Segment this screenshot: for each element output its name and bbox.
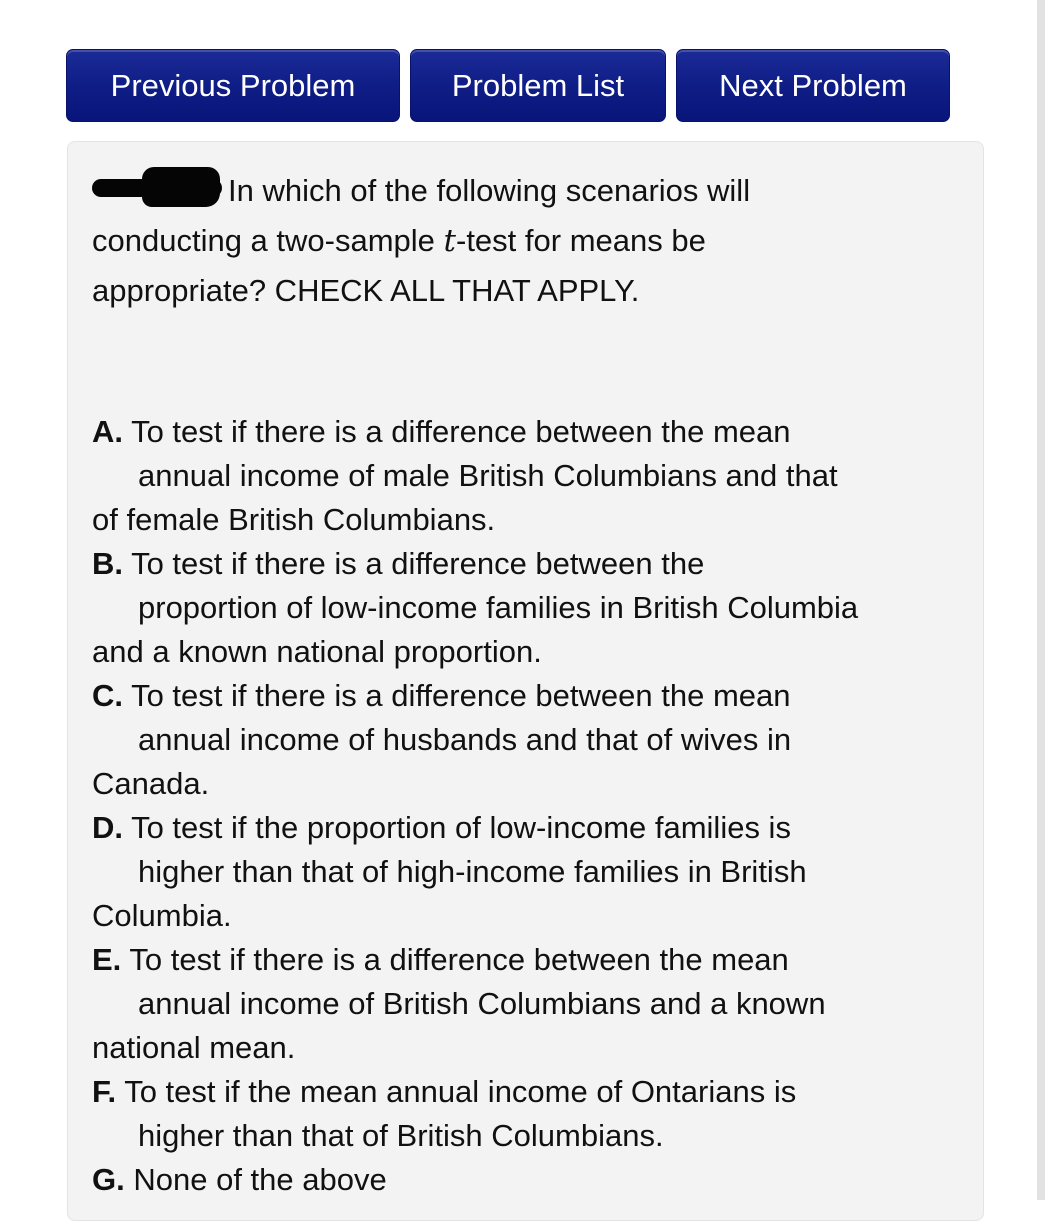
option-c-text-2: annual income of husbands and that of wi… [138,722,792,757]
question-text-part-2: conducting a two-sample [92,223,444,258]
option-c-text: To test if there is a difference between… [131,678,791,713]
option-a-letter: A. [92,414,123,449]
option-c: C. To test if there is a difference betw… [92,674,972,806]
question-text-part-2b: -test for means be [456,223,706,258]
redacted-points-marker [92,167,222,207]
problem-list-button[interactable]: Problem List [410,49,666,122]
option-e-text: To test if there is a difference between… [129,942,789,977]
option-f: F. To test if the mean annual income of … [92,1070,972,1158]
option-g-letter: G. [92,1162,125,1197]
option-a: A. To test if there is a difference betw… [92,410,972,542]
option-a-text-2: annual income of male British Columbians… [138,458,838,493]
option-e-text-3: national mean. [92,1030,296,1065]
option-f-text: To test if the mean annual income of Ont… [124,1074,797,1109]
question-text: In which of the following scenarios will… [92,166,952,316]
option-b-text: To test if there is a difference between… [131,546,705,581]
option-b-text-2: proportion of low-income families in Bri… [138,590,859,625]
option-b-letter: B. [92,546,123,581]
option-d: D. To test if the proportion of low-inco… [92,806,972,938]
option-d-text-3: Columbia. [92,898,232,933]
option-d-text-2: higher than that of high-income families… [138,854,807,889]
option-b-text-3: and a known national proportion. [92,634,542,669]
previous-problem-button[interactable]: Previous Problem [66,49,400,122]
question-line-3: appropriate? CHECK ALL THAT APPLY. [92,273,640,308]
option-e: E. To test if there is a difference betw… [92,938,972,1070]
problem-panel: In which of the following scenarios will… [67,141,984,1221]
option-f-text-2: higher than that of British Columbians. [138,1118,664,1153]
math-variable-t: t [443,223,456,259]
option-f-letter: F. [92,1074,117,1109]
option-c-letter: C. [92,678,123,713]
option-d-letter: D. [92,810,123,845]
question-text-part-1: In which of the following scenarios will [228,173,751,208]
option-g: G. None of the above [92,1158,972,1202]
option-e-letter: E. [92,942,122,977]
scrollbar-track[interactable] [1037,0,1045,1200]
question-line-2: conducting a two-sample t-test for means… [92,216,952,266]
question-line-1: In which of the following scenarios will [92,166,952,216]
next-problem-button[interactable]: Next Problem [676,49,950,122]
option-d-text: To test if the proportion of low-income … [131,810,791,845]
option-a-text-3: of female British Columbians. [92,502,496,537]
option-c-text-3: Canada. [92,766,210,801]
option-a-text: To test if there is a difference between… [131,414,791,449]
option-b: B. To test if there is a difference betw… [92,542,972,674]
answer-options: A. To test if there is a difference betw… [92,410,972,1202]
option-e-text-2: annual income of British Columbians and … [138,986,826,1021]
problem-navigation: Previous Problem Problem List Next Probl… [66,49,950,122]
option-g-text: None of the above [133,1162,387,1197]
